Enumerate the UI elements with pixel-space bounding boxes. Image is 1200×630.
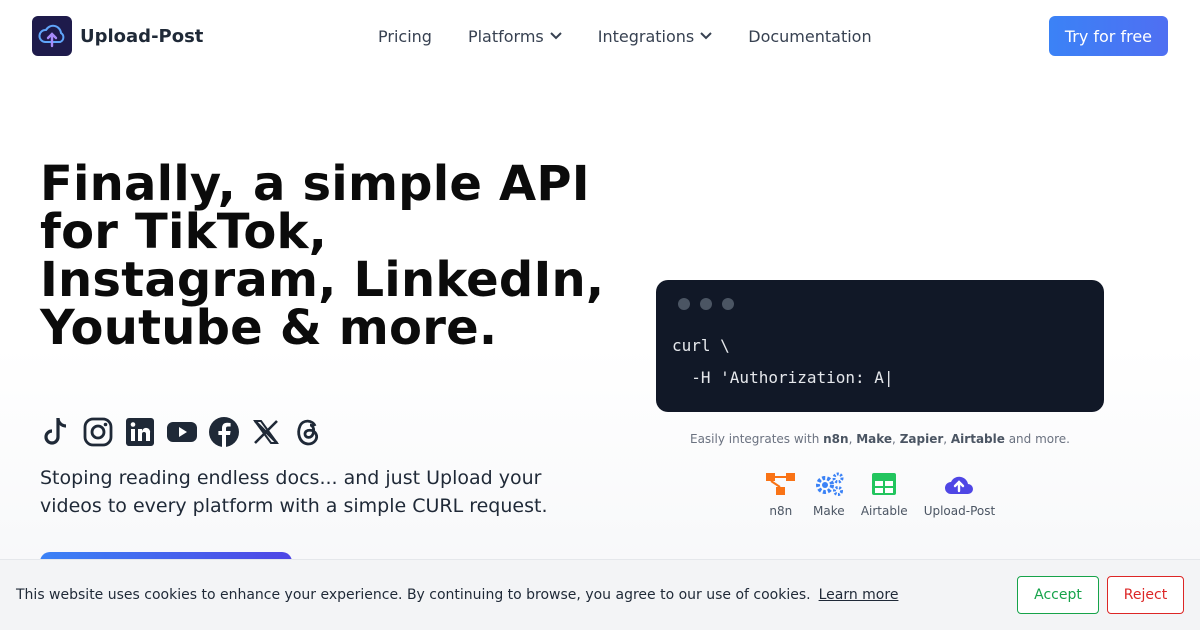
nav-integrations-label: Integrations — [597, 26, 695, 46]
tiktok-icon[interactable] — [40, 416, 72, 448]
integration-n8n[interactable]: n8n — [765, 470, 797, 518]
integration-label: Make — [813, 504, 845, 518]
brand[interactable]: Upload-Post — [32, 16, 203, 56]
integration-label: Airtable — [860, 504, 908, 518]
code-snippet: curl \ -H 'Authorization: A| — [656, 280, 1104, 412]
cookie-text: This website uses cookies to enhance you… — [16, 587, 811, 603]
integration-label: Upload-Post — [923, 504, 996, 518]
main-nav: Pricing Platforms Integrations Documenta… — [378, 0, 872, 72]
hero-title: Finally, a simple API for TikTok, Instag… — [40, 156, 605, 356]
integration-name: Zapier — [899, 432, 944, 446]
instagram-icon[interactable] — [82, 416, 114, 448]
chevron-down-icon — [700, 32, 712, 40]
nav-platforms-label: Platforms — [467, 26, 544, 46]
integrations-suffix: and more. — [1004, 432, 1070, 446]
code-line: curl \ — [672, 336, 730, 355]
youtube-icon[interactable] — [166, 416, 198, 448]
integration-upload-post[interactable]: Upload-Post — [924, 470, 995, 518]
code-line: -H 'Authorization: A| — [672, 368, 894, 387]
window-dot — [722, 298, 734, 310]
integration-airtable[interactable]: Airtable — [861, 470, 908, 518]
learn-more-link[interactable]: Learn more — [819, 587, 899, 603]
linkedin-icon[interactable] — [124, 416, 156, 448]
window-dot — [678, 298, 690, 310]
integration-name: Airtable — [950, 432, 1005, 446]
n8n-icon — [765, 470, 797, 498]
integration-name: n8n — [823, 432, 849, 446]
threads-icon[interactable] — [292, 416, 324, 448]
cloud-upload-icon — [32, 16, 72, 56]
gears-icon — [813, 470, 845, 498]
integrations-list: n8n Make Airtable Upload-Post — [656, 470, 1104, 518]
integration-make[interactable]: Make — [813, 470, 845, 518]
try-for-free-button[interactable]: Try for free — [1048, 16, 1168, 56]
accept-button[interactable]: Accept — [1017, 576, 1099, 614]
cloud-upload-icon — [943, 470, 975, 498]
reject-button[interactable]: Reject — [1107, 576, 1184, 614]
hero-subtitle: Stoping reading endless docs... and just… — [40, 467, 548, 517]
integration-name: Make — [856, 432, 893, 446]
social-icons — [40, 416, 324, 448]
chevron-down-icon — [550, 32, 562, 40]
nav-pricing[interactable]: Pricing — [378, 27, 432, 46]
facebook-icon[interactable] — [208, 416, 240, 448]
x-icon[interactable] — [250, 416, 282, 448]
nav-integrations[interactable]: Integrations — [598, 27, 713, 46]
table-icon — [868, 470, 900, 498]
site-header: Upload-Post Pricing Platforms Integratio… — [0, 0, 1200, 72]
nav-documentation[interactable]: Documentation — [748, 27, 871, 46]
integrations-prefix: Easily integrates with — [689, 432, 824, 446]
brand-name: Upload-Post — [80, 25, 204, 47]
nav-platforms[interactable]: Platforms — [468, 27, 562, 46]
integrations-text: Easily integrates with n8n, Make, Zapier… — [689, 432, 1070, 446]
nav-documentation-label: Documentation — [748, 26, 872, 46]
cookie-banner: This website uses cookies to enhance you… — [0, 559, 1200, 630]
integration-label: n8n — [769, 504, 793, 518]
window-dot — [700, 298, 712, 310]
nav-pricing-label: Pricing — [378, 26, 432, 46]
window-dots — [678, 298, 1088, 310]
